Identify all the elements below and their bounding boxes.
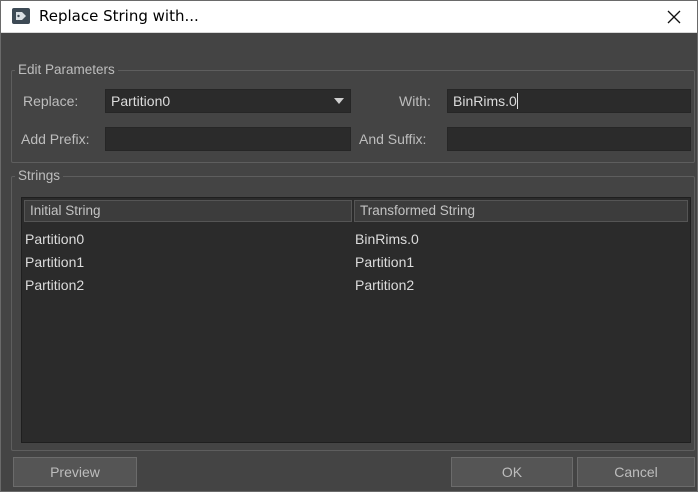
replace-label: Replace:	[23, 93, 79, 109]
list-item[interactable]: Partition0	[25, 228, 84, 251]
with-label: With:	[399, 93, 431, 109]
window-title: Replace String with...	[39, 7, 199, 25]
list-item[interactable]: BinRims.0	[355, 228, 419, 251]
with-input[interactable]: BinRims.0	[447, 89, 691, 113]
list-item[interactable]: Partition1	[355, 251, 419, 274]
close-icon[interactable]	[651, 1, 697, 32]
strings-legend: Strings	[18, 168, 61, 183]
chevron-down-icon[interactable]	[328, 90, 350, 112]
add-prefix-label: Add Prefix:	[21, 131, 90, 147]
list-item[interactable]: Partition2	[25, 274, 84, 297]
title-bar[interactable]: Replace String with...	[1, 1, 697, 33]
edit-parameters-legend: Edit Parameters	[18, 62, 115, 77]
column-header-initial[interactable]: Initial String	[24, 200, 352, 222]
list-item[interactable]: Partition1	[25, 251, 84, 274]
list-item[interactable]: Partition2	[355, 274, 419, 297]
add-prefix-input[interactable]	[105, 127, 351, 151]
replace-value: Partition0	[111, 93, 171, 109]
transformed-column: BinRims.0 Partition1 Partition2	[355, 228, 419, 297]
preview-button[interactable]: Preview	[13, 457, 137, 487]
and-suffix-input[interactable]	[447, 127, 691, 151]
column-header-transformed[interactable]: Transformed String	[354, 200, 688, 222]
initial-column: Partition0 Partition1 Partition2	[25, 228, 84, 297]
dialog-window: Replace String with... Edit Parameters R…	[0, 0, 698, 492]
strings-list[interactable]: Initial String Transformed String Partit…	[21, 197, 691, 443]
text-cursor	[516, 93, 518, 109]
replace-combobox[interactable]: Partition0	[105, 89, 351, 113]
ok-button[interactable]: OK	[451, 457, 573, 487]
tag-icon	[12, 8, 30, 24]
with-value: BinRims.0	[453, 93, 517, 109]
cancel-button[interactable]: Cancel	[577, 457, 695, 487]
and-suffix-label: And Suffix:	[359, 131, 427, 147]
